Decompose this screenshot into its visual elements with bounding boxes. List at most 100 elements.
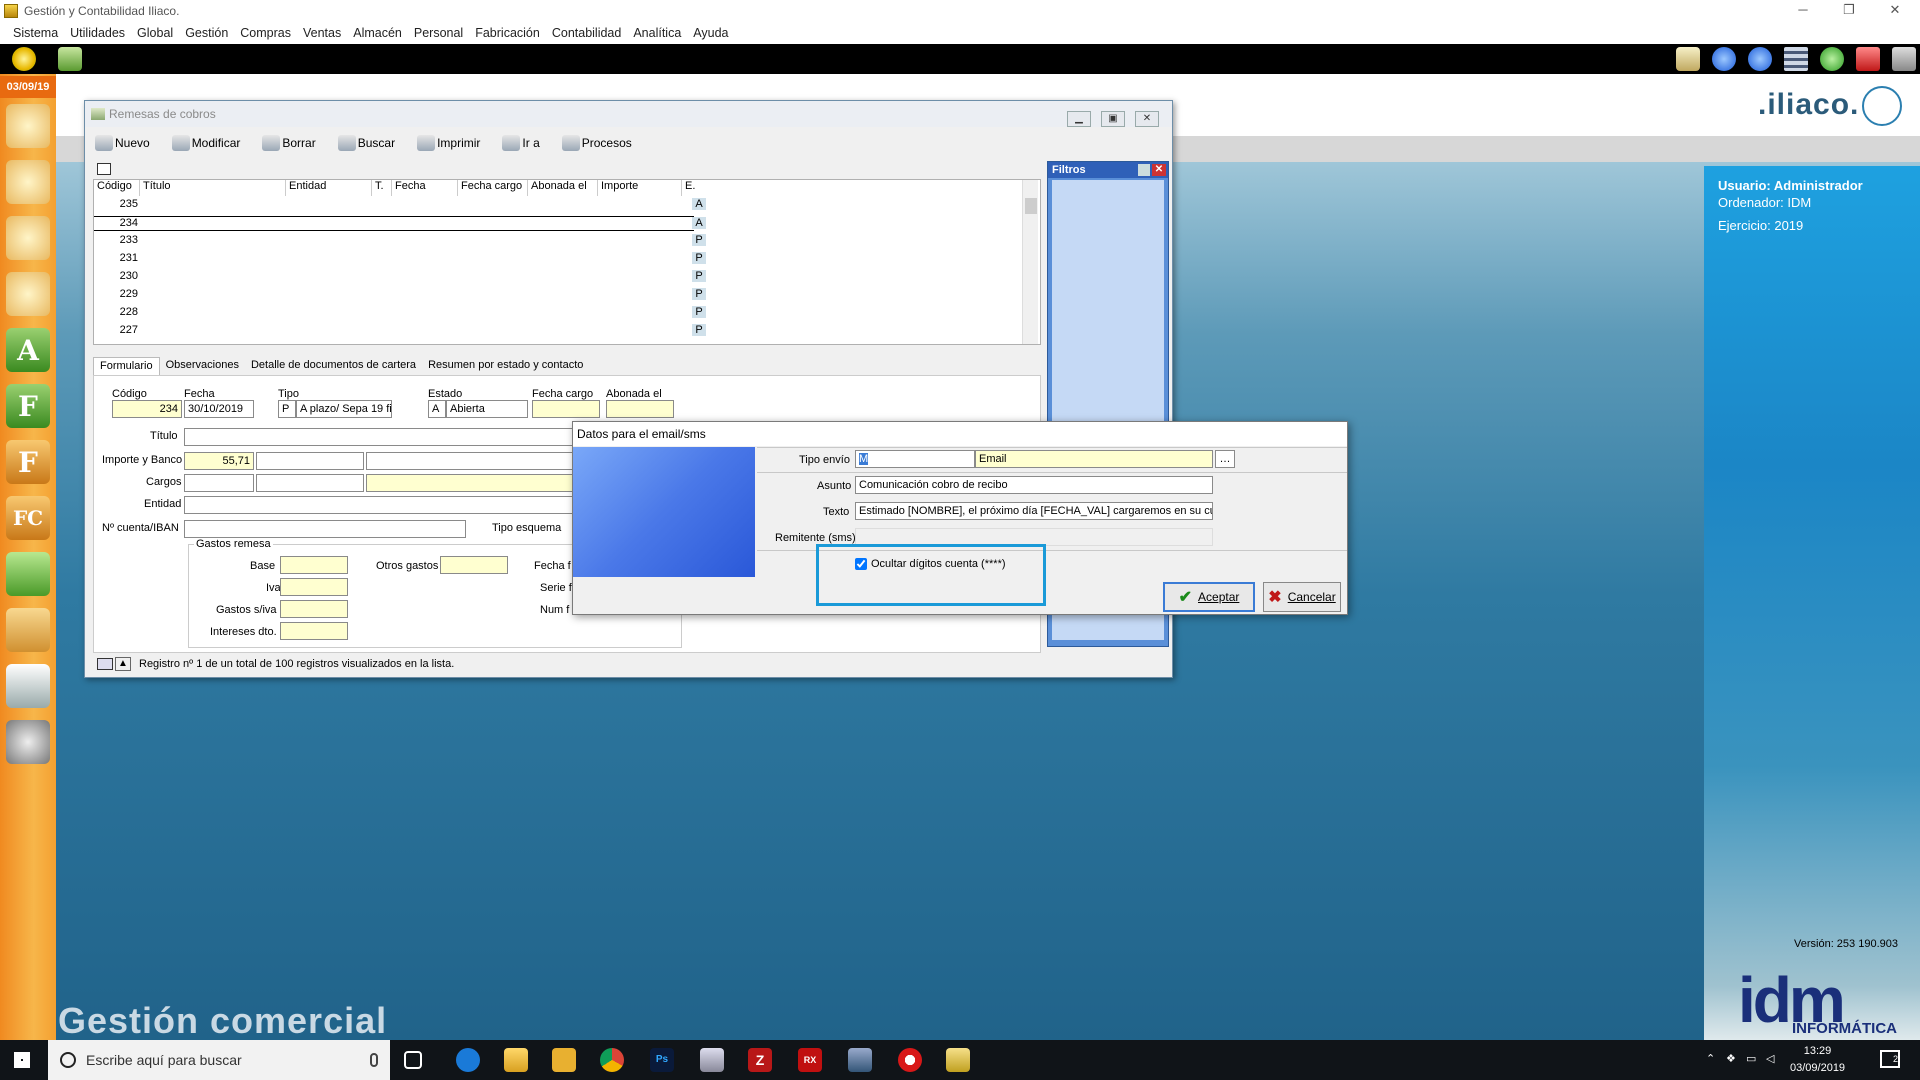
home-orb-icon[interactable] [12,47,36,71]
red-app-icon[interactable] [898,1048,922,1072]
rx-icon[interactable]: RX [798,1048,822,1072]
network-icon[interactable]: ▭ [1746,1052,1756,1065]
col-codigo[interactable]: Código [94,180,140,196]
fecha-field[interactable]: 30/10/2019 [184,400,254,418]
volume-icon[interactable]: ◁ [1766,1052,1774,1065]
app-window-icon[interactable] [700,1048,724,1072]
borrar-button[interactable]: Borrar [262,135,316,151]
base-field[interactable] [280,556,348,574]
menu-utilidades[interactable]: Utilidades [64,26,131,40]
iliaco-taskbar-icon[interactable] [946,1048,970,1072]
table-row[interactable]: 231 P [94,252,706,267]
procesos-button[interactable]: Procesos [561,135,632,151]
user-a-icon[interactable] [6,272,50,316]
menu-ayuda[interactable]: Ayuda [687,26,734,40]
estado-field[interactable]: Abierta [446,400,528,418]
tipo-envio-field[interactable]: Email [975,450,1213,468]
banco-field[interactable] [366,452,580,470]
edge-icon[interactable] [456,1048,480,1072]
letter-f-orange-icon[interactable]: F [6,440,50,484]
chrome-icon[interactable] [600,1048,624,1072]
col-t[interactable]: T. [372,180,392,196]
taskbar-search[interactable]: Escribe aquí para buscar [48,1040,390,1080]
photoshop-icon[interactable]: Ps [650,1048,674,1072]
col-fecha-cargo[interactable]: Fecha cargo [458,180,528,196]
windows-start-icon[interactable] [14,1052,30,1068]
status-up-icon[interactable]: ▲ [115,657,131,671]
windows-list-icon[interactable] [1784,47,1808,71]
tab-formulario[interactable]: Formulario [93,357,160,375]
tab-observaciones[interactable]: Observaciones [160,357,245,375]
col-titulo[interactable]: Título [140,180,286,196]
grid-menu-icon[interactable] [97,163,111,175]
col-abonada[interactable]: Abonada el [528,180,598,196]
menu-analitica[interactable]: Analítica [627,26,687,40]
ir-a-button[interactable]: Ir a [502,135,540,151]
gastos-siva-field[interactable] [280,600,348,618]
remesas-grid[interactable]: Código Título Entidad T. Fecha Fecha car… [93,179,1041,345]
clients-group-icon[interactable] [6,104,50,148]
display-icon[interactable] [848,1048,872,1072]
taskbar-clock[interactable]: 13:29 03/09/2019 [1790,1043,1845,1077]
intereses-field[interactable] [280,622,348,640]
cargos-field-2[interactable] [256,474,364,492]
importe-field[interactable]: 55,71 [184,452,254,470]
restore-button[interactable]: ❐ [1826,0,1872,22]
close-button[interactable]: ✕ [1872,0,1918,22]
menu-fabricacion[interactable]: Fabricación [469,26,546,40]
list-document-icon[interactable] [6,664,50,708]
titulo-field[interactable] [184,428,580,446]
menu-gestion[interactable]: Gestión [179,26,234,40]
abonada-field[interactable] [606,400,674,418]
table-row[interactable]: 233 P [94,234,706,249]
notification-center-icon[interactable]: 2 [1880,1050,1900,1068]
orange-folder-icon[interactable] [6,608,50,652]
buscar-button[interactable]: Buscar [337,135,395,151]
microphone-icon[interactable] [370,1053,378,1067]
scrollbar-thumb[interactable] [1025,198,1037,214]
fecha-cargo-field[interactable] [532,400,600,418]
filtros-pin-icon[interactable] [1138,164,1150,176]
menu-contabilidad[interactable]: Contabilidad [546,26,628,40]
cargos-field[interactable] [184,474,254,492]
table-row[interactable]: 227 P [94,324,706,339]
tipo-code-field[interactable]: P [278,400,296,418]
status-list-icon[interactable] [97,658,113,670]
iva-field[interactable] [280,578,348,596]
menu-global[interactable]: Global [131,26,179,40]
task-view-icon[interactable] [404,1051,422,1069]
mail-icon[interactable] [1676,47,1700,71]
back-arrow-icon[interactable] [1712,47,1736,71]
menu-almacen[interactable]: Almacén [347,26,408,40]
tab-detalle[interactable]: Detalle de documentos de cartera [245,357,422,375]
cargos-field-3[interactable] [366,474,580,492]
imprimir-button[interactable]: Imprimir [417,135,480,151]
letter-f-icon[interactable]: F [6,384,50,428]
dropbox-icon[interactable]: ❖ [1726,1052,1736,1065]
tray-chevron-icon[interactable]: ⌃ [1706,1052,1715,1065]
tipo-envio-browse-button[interactable]: … [1215,450,1235,468]
filezilla-icon[interactable]: Z [748,1048,772,1072]
table-row-selected[interactable]: 234 A [94,216,706,231]
codigo-field[interactable]: 234 [112,400,182,418]
minimize-button[interactable]: ─ [1780,0,1826,22]
book-icon[interactable] [58,47,82,71]
green-folder-icon[interactable] [6,552,50,596]
help-icon[interactable] [1820,47,1844,71]
table-row[interactable]: 229 P [94,288,706,303]
menu-sistema[interactable]: Sistema [7,26,64,40]
filtros-close-icon[interactable]: ✕ [1152,164,1166,176]
banco-code-field[interactable] [256,452,364,470]
menu-compras[interactable]: Compras [234,26,297,40]
cancelar-button[interactable]: ✖ Cancelar [1263,582,1341,612]
otros-gastos-field[interactable] [440,556,508,574]
forward-arrow-icon[interactable] [1748,47,1772,71]
col-estado[interactable]: E. [682,180,700,196]
col-entidad[interactable]: Entidad [286,180,372,196]
asunto-field[interactable]: Comunicación cobro de recibo [855,476,1213,494]
remesas-maximize-button[interactable]: ▣ [1101,111,1125,127]
col-fecha[interactable]: Fecha [392,180,458,196]
menu-personal[interactable]: Personal [408,26,469,40]
exit-icon[interactable] [1892,47,1916,71]
app-folder-icon[interactable] [504,1048,528,1072]
